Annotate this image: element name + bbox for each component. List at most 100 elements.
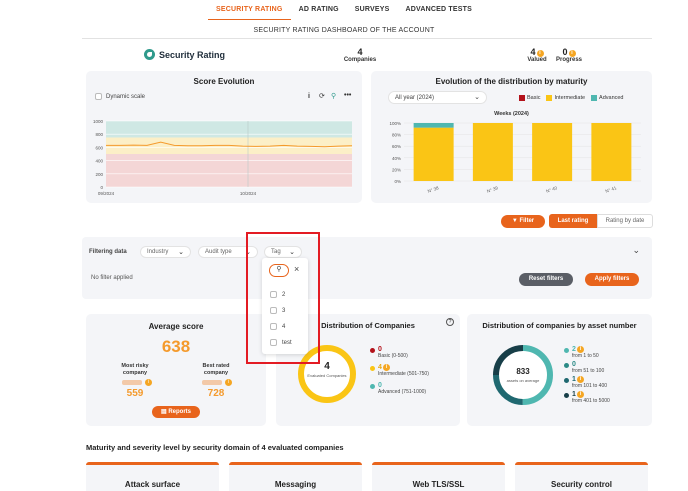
bar-segment bbox=[591, 123, 632, 181]
x-tick-label: 09/2024 bbox=[98, 191, 115, 196]
logo-text: Security Rating bbox=[159, 49, 226, 60]
distribution-center-label: Evaluated Companies bbox=[307, 373, 347, 378]
reset-filters-button[interactable]: Reset filters bbox=[519, 273, 573, 286]
legend-label: Intermediate bbox=[554, 95, 586, 101]
bar-segment bbox=[413, 123, 454, 128]
asset-center-value: 833 bbox=[516, 367, 530, 376]
maturity-chart: 100% 80% 60% 40% 20% 0% N° 38 N° 39 N° 40 N° 41 bbox=[389, 121, 641, 194]
dynamic-scale-toggle[interactable]: Dynamic scale bbox=[95, 93, 145, 100]
filter-button[interactable]: ▼ Filter bbox=[501, 215, 545, 228]
score-evolution-panel: Score Evolution Dynamic scale i ⟳ ⚲ ••• … bbox=[86, 71, 362, 203]
period-select-value: All year (2024) bbox=[395, 95, 435, 101]
filtering-label: Filtering data bbox=[89, 249, 127, 255]
filter-button-label: Filter bbox=[519, 218, 535, 224]
best-rated-value: 728 bbox=[207, 388, 225, 399]
legend-label: Basic bbox=[527, 95, 541, 101]
divider bbox=[82, 38, 652, 39]
info-badge-icon[interactable]: i bbox=[576, 376, 584, 383]
maturity-legend: Basic Intermediate Advanced bbox=[519, 95, 624, 101]
companies-count: 4 bbox=[357, 47, 363, 57]
legend-swatch bbox=[591, 95, 598, 101]
valued-stat: 4i Valued bbox=[522, 47, 552, 63]
x-tick-label: N° 40 bbox=[545, 185, 558, 194]
list-item: 1 i from 401 to 5000 bbox=[564, 391, 610, 404]
page-title: SECURITY RATING DASHBOARD OF THE ACCOUNT bbox=[253, 27, 435, 34]
x-tick-label: 10/2024 bbox=[240, 191, 257, 196]
legend-dot bbox=[370, 384, 375, 389]
document-icon: ▤ bbox=[160, 409, 167, 415]
chevron-down-icon: ⌄ bbox=[178, 249, 184, 256]
security-rating-logo-icon bbox=[144, 49, 155, 60]
info-badge-icon[interactable]: i bbox=[576, 391, 584, 398]
domain-card-title: Security control bbox=[551, 480, 612, 489]
best-rated-label: Best rated company bbox=[202, 363, 230, 376]
item-value: 2 bbox=[572, 346, 576, 353]
item-label: from 101 to 400 bbox=[572, 383, 608, 389]
audit-type-select-label: Audit type bbox=[205, 249, 232, 255]
reports-button[interactable]: ▤ Reports bbox=[152, 406, 200, 418]
legend-intermediate: Intermediate bbox=[546, 95, 585, 101]
item-label: Basic (0-500) bbox=[378, 353, 408, 359]
rating-by-date-toggle[interactable]: Rating by date bbox=[597, 214, 653, 228]
valued-label: Valued bbox=[527, 57, 547, 63]
info-badge-icon[interactable]: i bbox=[536, 50, 544, 57]
item-label: from 401 to 5000 bbox=[572, 398, 610, 404]
average-score-title: Average score bbox=[148, 322, 204, 331]
list-item: 0 Advanced (751-1000) bbox=[370, 382, 429, 395]
apply-filters-button[interactable]: Apply filters bbox=[585, 273, 639, 286]
domain-card-attack-surface: Attack surface bbox=[86, 462, 219, 491]
no-filter-text: No filter applied bbox=[91, 275, 133, 281]
filtering-panel: Filtering data Industry ⌄ Audit type ⌄ Tag… bbox=[82, 237, 652, 299]
legend-basic: Basic bbox=[519, 95, 540, 101]
refresh-icon[interactable]: ⟳ bbox=[319, 92, 325, 100]
y-tick-label: 400 bbox=[95, 159, 103, 164]
info-badge-icon[interactable]: i bbox=[568, 50, 576, 57]
item-value: 4 bbox=[378, 364, 382, 371]
dynamic-scale-checkbox[interactable] bbox=[95, 93, 102, 100]
tab-security-rating[interactable]: SECURITY RATING bbox=[208, 0, 291, 20]
help-icon[interactable]: ? bbox=[446, 318, 454, 326]
tab-advanced-tests[interactable]: ADVANCED TESTS bbox=[397, 0, 479, 20]
tab-ad-rating[interactable]: AD RATING bbox=[291, 0, 347, 20]
last-rating-toggle[interactable]: Last rating bbox=[549, 214, 597, 228]
zoom-icon[interactable]: ⚲ bbox=[331, 92, 336, 100]
average-score-card: Average score 638 Most risky company i 5… bbox=[86, 314, 266, 426]
collapse-chevron-icon[interactable]: ⌄ bbox=[632, 245, 640, 256]
domain-card-title: Messaging bbox=[274, 480, 317, 489]
y-tick-label: 40% bbox=[392, 156, 401, 161]
info-badge-icon[interactable]: i bbox=[576, 346, 584, 353]
y-tick-label: 0 bbox=[100, 185, 103, 190]
x-tick-label: N° 41 bbox=[605, 185, 618, 194]
period-select[interactable]: All year (2024) ⌄ bbox=[388, 91, 487, 104]
more-icon[interactable]: ••• bbox=[344, 92, 351, 99]
score-evolution-chart: 1000 800 600 400 200 009/2024 10/2024 bbox=[93, 119, 353, 196]
top-nav: SECURITY RATING AD RATING SURVEYS ADVANC… bbox=[0, 0, 688, 20]
tab-surveys[interactable]: SURVEYS bbox=[347, 0, 398, 20]
valued-count: 4 bbox=[530, 47, 536, 57]
legend-swatch bbox=[546, 95, 553, 101]
list-item: 4 i Intermediate (501-750) bbox=[370, 364, 429, 377]
companies-stat: 4 Companies bbox=[340, 47, 380, 63]
legend-swatch bbox=[519, 95, 525, 101]
summary-bar: Security Rating 4 Companies 4i Valued 0i… bbox=[82, 44, 652, 68]
item-value: 0 bbox=[572, 361, 576, 368]
item-label: Advanced (751-1000) bbox=[378, 389, 427, 395]
score-band bbox=[106, 154, 352, 187]
y-tick-label: 0% bbox=[394, 179, 401, 184]
domain-card-title: Attack surface bbox=[124, 480, 181, 489]
info-icon[interactable]: i bbox=[308, 93, 310, 100]
legend-dot bbox=[370, 348, 375, 353]
asset-distribution-title: Distribution of companies by asset numbe… bbox=[482, 321, 637, 330]
info-badge-icon[interactable]: i bbox=[382, 364, 390, 371]
info-badge-icon[interactable]: i bbox=[225, 379, 232, 386]
dynamic-scale-label: Dynamic scale bbox=[106, 93, 146, 100]
most-risky-company: i bbox=[122, 379, 152, 386]
reports-button-label: Reports bbox=[168, 409, 191, 415]
industry-select[interactable]: Industry ⌄ bbox=[140, 246, 191, 258]
y-tick-label: 100% bbox=[389, 121, 401, 126]
domain-card-security-control: Security control bbox=[515, 462, 648, 491]
most-risky-value: 559 bbox=[126, 388, 144, 399]
y-tick-label: 200 bbox=[95, 172, 103, 177]
info-badge-icon[interactable]: i bbox=[145, 379, 152, 386]
progress-label: Progress bbox=[555, 57, 582, 63]
